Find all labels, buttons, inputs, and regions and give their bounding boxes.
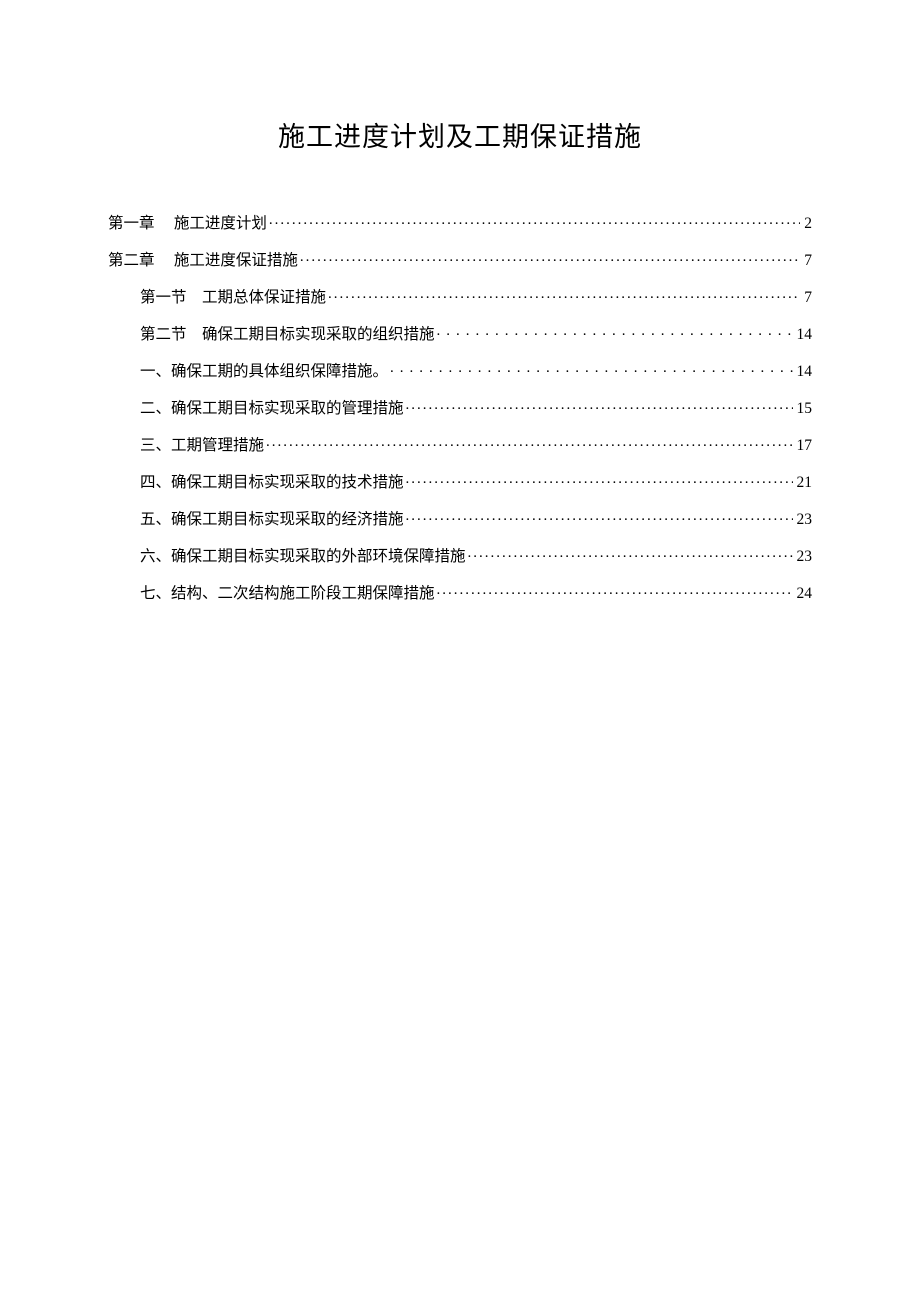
toc-leader (390, 360, 792, 376)
toc-entry: 二、确保工期目标实现采取的管理措施 15 (108, 397, 812, 416)
toc-page-number: 7 (802, 253, 812, 269)
toc-page-number: 2 (802, 216, 812, 232)
toc-label: 一、确保工期的具体组织保障措施。 (140, 364, 388, 380)
toc-page-number: 14 (795, 327, 813, 343)
toc-label: 第二节 确保工期目标实现采取的组织措施 (140, 327, 435, 343)
toc-leader (266, 434, 792, 450)
toc-label: 三、工期管理措施 (140, 438, 264, 454)
toc-entry: 第一节 工期总体保证措施 7 (108, 286, 812, 305)
toc-entry: 一、确保工期的具体组织保障措施。 14 (108, 360, 812, 379)
toc-entry: 第二节 确保工期目标实现采取的组织措施 14 (108, 323, 812, 342)
toc-leader (269, 212, 800, 228)
toc-label: 第一章 施工进度计划 (108, 216, 267, 232)
toc-entry: 五、确保工期目标实现采取的经济措施 23 (108, 508, 812, 527)
toc-entry: 六、确保工期目标实现采取的外部环境保障措施 23 (108, 545, 812, 564)
toc-label: 六、确保工期目标实现采取的外部环境保障措施 (140, 549, 466, 565)
toc-page-number: 7 (802, 290, 812, 306)
toc-leader (328, 286, 800, 302)
toc-entry: 三、工期管理措施 17 (108, 434, 812, 453)
table-of-contents: 第一章 施工进度计划 2 第二章 施工进度保证措施 7 第一节 工期总体保证措施… (108, 212, 812, 601)
toc-page-number: 15 (795, 401, 813, 417)
toc-entry: 七、结构、二次结构施工阶段工期保障措施 24 (108, 582, 812, 601)
toc-leader (406, 397, 793, 413)
toc-page-number: 14 (795, 364, 813, 380)
toc-page-number: 23 (795, 549, 813, 565)
toc-leader (406, 508, 793, 524)
toc-leader (437, 582, 793, 598)
toc-label: 第一节 工期总体保证措施 (140, 290, 326, 306)
toc-page-number: 24 (795, 586, 813, 602)
toc-leader (437, 323, 793, 339)
document-page: 施工进度计划及工期保证措施 第一章 施工进度计划 2 第二章 施工进度保证措施 … (0, 0, 920, 601)
toc-leader (406, 471, 793, 487)
toc-entry: 四、确保工期目标实现采取的技术措施 21 (108, 471, 812, 490)
toc-label: 七、结构、二次结构施工阶段工期保障措施 (140, 586, 435, 602)
toc-leader (468, 545, 793, 561)
toc-label: 五、确保工期目标实现采取的经济措施 (140, 512, 404, 528)
toc-entry: 第一章 施工进度计划 2 (108, 212, 812, 231)
toc-page-number: 17 (795, 438, 813, 454)
toc-entry: 第二章 施工进度保证措施 7 (108, 249, 812, 268)
toc-page-number: 23 (795, 512, 813, 528)
toc-label: 第二章 施工进度保证措施 (108, 253, 298, 269)
toc-leader (300, 249, 800, 265)
toc-page-number: 21 (795, 475, 813, 491)
document-title: 施工进度计划及工期保证措施 (108, 115, 812, 154)
toc-label: 二、确保工期目标实现采取的管理措施 (140, 401, 404, 417)
toc-label: 四、确保工期目标实现采取的技术措施 (140, 475, 404, 491)
